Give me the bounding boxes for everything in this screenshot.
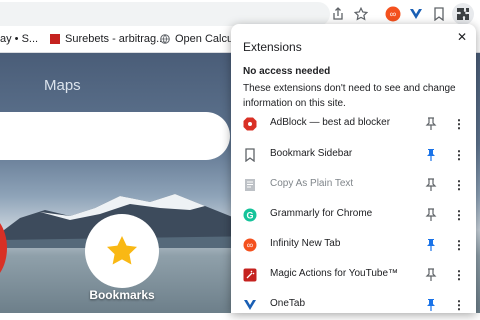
extensions-panel: Extensions ✕ No access needed These exte… [231,24,476,313]
address-bar[interactable] [0,2,330,26]
globe-icon [160,34,170,44]
more-options-icon[interactable]: ⋮ [453,116,465,132]
more-options-icon[interactable]: ⋮ [453,267,465,283]
pin-icon[interactable] [425,268,437,282]
more-options-icon[interactable]: ⋮ [453,297,465,313]
puzzle-icon[interactable] [452,3,474,25]
bookmark-item[interactable]: ay • S... [0,33,38,45]
extension-row-adblock[interactable]: AdBlock — best ad blocker ⋮ [231,109,476,139]
svg-text:∞: ∞ [390,9,396,19]
bookmark-sidebar-icon[interactable] [430,5,448,23]
extension-name: Magic Actions for YouTube™ [270,268,399,279]
document-icon [243,178,257,192]
more-options-icon[interactable]: ⋮ [453,177,465,193]
search-box[interactable] [0,112,230,160]
section-description: These extensions don't need to see and c… [243,83,456,109]
extension-name: Copy As Plain Text [270,178,354,189]
pin-icon[interactable] [425,298,437,312]
section-title: No access needed [243,66,331,77]
pin-icon[interactable] [425,208,437,222]
more-options-icon[interactable]: ⋮ [453,237,465,253]
close-icon[interactable]: ✕ [455,30,469,44]
share-icon[interactable] [329,5,347,23]
extension-row-infinity[interactable]: ∞ Infinity New Tab ⋮ [231,230,476,260]
extension-name: Grammarly for Chrome [270,208,373,219]
pin-icon[interactable] [425,148,437,162]
bookmarks-shortcut-label[interactable]: Bookmarks [76,288,168,302]
extension-row-copy-plain-text[interactable]: Copy As Plain Text ⋮ [231,170,476,200]
surebets-favicon [50,34,60,44]
star-icon [107,236,137,265]
bookmark-item[interactable]: Surebets - arbitrag... [50,33,165,45]
bookmarks-shortcut-tile[interactable] [85,214,159,288]
vivaldi-v-icon[interactable] [407,5,425,23]
bookmark-label: ay • S... [0,33,39,45]
pin-icon[interactable] [425,238,437,252]
more-options-icon[interactable]: ⋮ [453,147,465,163]
extension-name: Bookmark Sidebar [270,148,353,159]
extension-name: Infinity New Tab [270,238,341,249]
onetab-icon [243,298,257,312]
panel-title: Extensions [243,40,302,54]
magic-actions-icon [243,268,257,282]
svg-text:G: G [246,211,253,221]
infinity-extension-icon[interactable]: ∞ [384,5,402,23]
grammarly-icon: G [243,208,257,222]
infinity-icon: ∞ [243,238,257,252]
extension-row-grammarly[interactable]: G Grammarly for Chrome ⋮ [231,200,476,230]
maps-shortcut-label[interactable]: Maps [44,77,81,94]
svg-text:∞: ∞ [247,240,253,250]
pin-icon[interactable] [425,178,437,192]
extension-name: AdBlock — best ad blocker [270,117,391,128]
extension-row-magic-actions[interactable]: Magic Actions for YouTube™ ⋮ [231,260,476,290]
bookmark-label: Surebets - arbitrag... [65,33,166,45]
extension-row-bookmark-sidebar[interactable]: Bookmark Sidebar ⋮ [231,140,476,170]
pin-icon[interactable] [425,117,437,131]
star-icon[interactable] [352,5,370,23]
more-options-icon[interactable]: ⋮ [453,207,465,223]
bookmark-icon [243,148,257,162]
extension-name: OneTab [270,298,306,309]
extension-row-onetab[interactable]: OneTab ⋮ [231,290,476,320]
adblock-icon [243,117,257,131]
